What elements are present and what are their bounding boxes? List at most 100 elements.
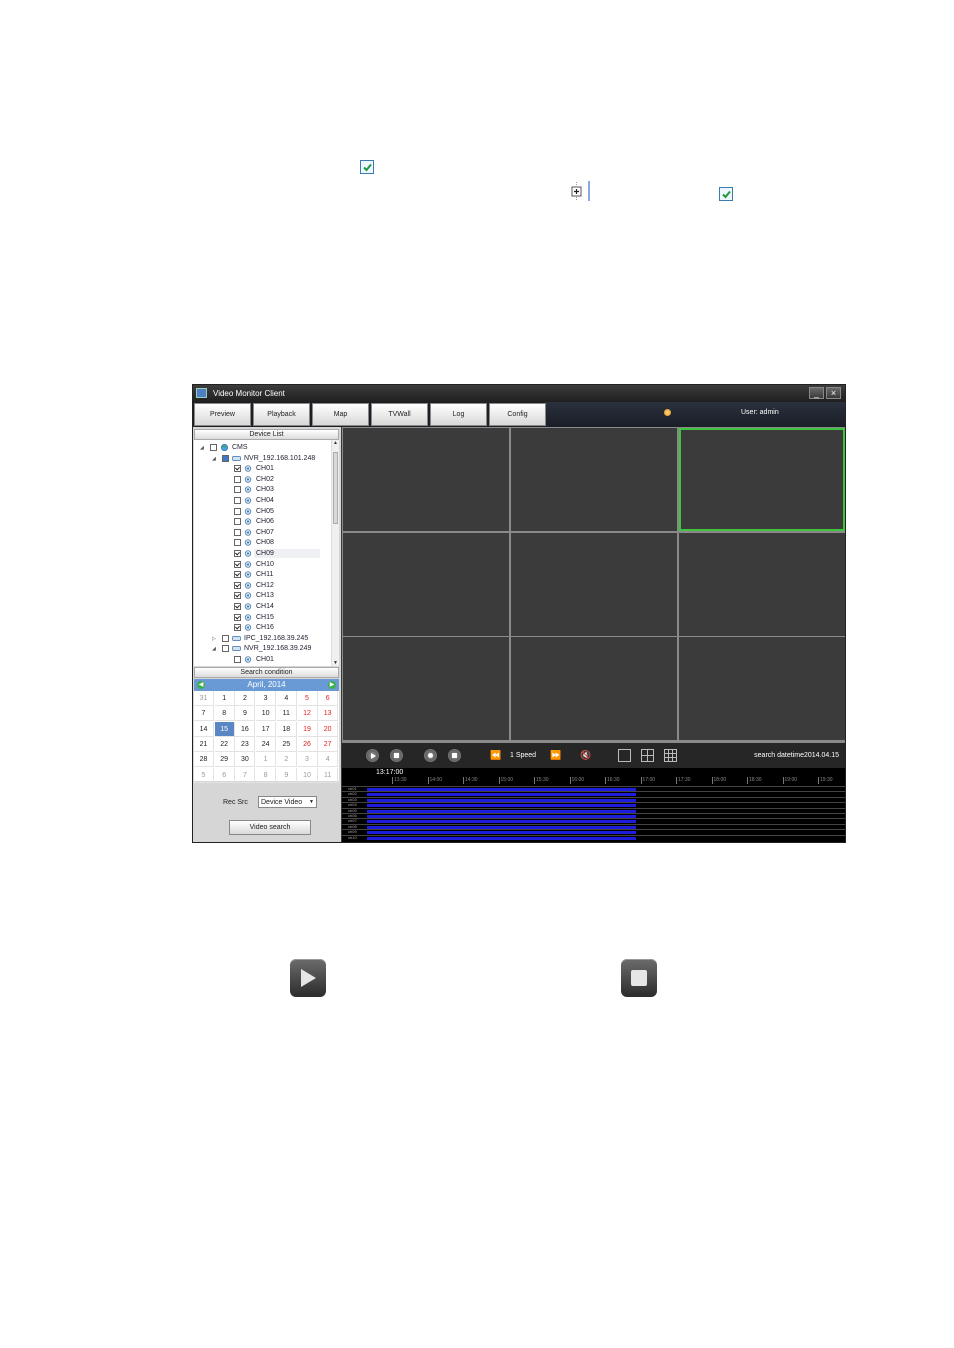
scroll-up-icon[interactable]: ▲: [333, 440, 338, 446]
tree-checkbox[interactable]: [234, 518, 241, 526]
tree-checkbox[interactable]: [234, 475, 241, 483]
tree-channel[interactable]: CH07: [194, 528, 330, 538]
rec-src-select[interactable]: Device Video ▼: [258, 796, 317, 808]
tree-checkbox[interactable]: [234, 613, 241, 621]
tree-checkbox[interactable]: [222, 645, 229, 653]
calendar-day[interactable]: 8: [214, 706, 235, 722]
tab-log[interactable]: Log: [430, 403, 487, 426]
tree-channel[interactable]: CH13: [194, 591, 330, 601]
tree-channel[interactable]: CH12: [194, 581, 330, 591]
tree-channel[interactable]: CH03: [194, 485, 330, 495]
minimize-button[interactable]: _: [809, 387, 824, 399]
calendar-day[interactable]: 17: [256, 721, 277, 737]
tree-channel[interactable]: CH15: [194, 613, 330, 623]
tree-checkbox[interactable]: [234, 656, 241, 663]
tree-channel[interactable]: CH02: [194, 475, 330, 485]
calendar-day[interactable]: 9: [276, 767, 297, 783]
calendar-day[interactable]: 28: [194, 752, 214, 768]
tree-channel[interactable]: CH14: [194, 602, 330, 612]
tree-nvr-2[interactable]: ◢ NVR_192.168.39.249: [194, 644, 330, 654]
video-cell[interactable]: [343, 637, 509, 740]
calendar-day[interactable]: 12: [297, 706, 318, 722]
video-cell[interactable]: [679, 428, 845, 531]
speed-up-icon[interactable]: ⏩: [550, 750, 561, 761]
close-button[interactable]: ×: [826, 387, 841, 399]
calendar-day[interactable]: 18: [276, 721, 297, 737]
expand-toggle-icon[interactable]: ▷: [212, 634, 216, 644]
prev-month-icon[interactable]: ◀: [197, 681, 205, 689]
calendar-day[interactable]: 24: [256, 736, 277, 752]
calendar-day[interactable]: 1: [256, 752, 277, 768]
tree-root-cms[interactable]: ◢ CMS: [194, 443, 330, 453]
timeline-row[interactable]: ch02: [342, 791, 845, 797]
tree-checkbox[interactable]: [234, 507, 241, 515]
calendar-day[interactable]: 6: [214, 767, 235, 783]
snapshot-button[interactable]: [448, 749, 461, 762]
tree-channel[interactable]: CH06: [194, 517, 330, 527]
calendar-day[interactable]: 5: [297, 691, 318, 706]
calendar-day[interactable]: 1: [214, 691, 235, 706]
tree-checkbox[interactable]: [222, 634, 229, 642]
calendar-day[interactable]: 4: [318, 752, 339, 768]
tab-preview[interactable]: Preview: [194, 403, 251, 426]
calendar-day[interactable]: 30: [235, 752, 256, 768]
timeline-row[interactable]: ch05: [342, 807, 845, 813]
calendar-day[interactable]: 25: [276, 736, 297, 752]
play-button[interactable]: [366, 749, 379, 762]
tree-checkbox[interactable]: [234, 539, 241, 547]
calendar-day[interactable]: 21: [194, 736, 214, 752]
timeline-row[interactable]: ch10: [342, 834, 845, 840]
slow-down-icon[interactable]: ⏪: [490, 750, 501, 761]
expand-toggle-icon[interactable]: ◢: [200, 443, 204, 453]
calendar-day[interactable]: 29: [214, 752, 235, 768]
calendar-day[interactable]: 27: [318, 736, 339, 752]
calendar-day[interactable]: 10: [297, 767, 318, 783]
calendar-day[interactable]: 31: [194, 691, 214, 706]
video-search-button[interactable]: Video search: [229, 820, 311, 835]
tree-channel[interactable]: CH01: [194, 655, 330, 665]
video-cell[interactable]: [343, 428, 509, 531]
video-cell[interactable]: [343, 532, 509, 636]
calendar-day[interactable]: 20: [318, 721, 339, 737]
timeline-row[interactable]: ch03: [342, 796, 845, 802]
tree-scrollbar[interactable]: ▲ ▼: [331, 440, 339, 666]
timeline-row[interactable]: ch06: [342, 813, 845, 818]
calendar-day[interactable]: 16: [235, 721, 256, 737]
calendar-day[interactable]: 3: [256, 691, 277, 706]
calendar-day[interactable]: 23: [235, 736, 256, 752]
layout-4-icon[interactable]: [641, 749, 654, 762]
scroll-down-icon[interactable]: ▼: [333, 660, 338, 666]
tree-checkbox[interactable]: [234, 581, 241, 589]
calendar-day[interactable]: 9: [235, 706, 256, 722]
tree-checkbox[interactable]: [234, 497, 241, 504]
download-button[interactable]: [424, 749, 437, 762]
expand-toggle-icon[interactable]: ◢: [212, 454, 216, 464]
tree-checkbox[interactable]: [234, 571, 241, 579]
next-month-icon[interactable]: ▶: [328, 681, 336, 689]
timeline-row[interactable]: ch04: [342, 802, 845, 808]
calendar-day[interactable]: 8: [256, 767, 277, 783]
tree-checkbox[interactable]: [222, 454, 229, 462]
tree-channel[interactable]: CH10: [194, 560, 330, 570]
calendar-day[interactable]: 13: [318, 706, 339, 722]
calendar-day[interactable]: 10: [256, 706, 277, 722]
mute-icon[interactable]: 🔇: [580, 750, 591, 761]
calendar-day[interactable]: 11: [276, 706, 297, 722]
calendar-day[interactable]: 6: [318, 691, 339, 706]
calendar-day[interactable]: 7: [194, 706, 214, 722]
tree-channel[interactable]: CH01: [194, 464, 330, 474]
tree-channel[interactable]: CH04: [194, 496, 330, 506]
calendar-day[interactable]: 22: [214, 736, 235, 752]
alarm-icon[interactable]: [664, 409, 671, 416]
calendar-day[interactable]: 15: [214, 721, 235, 737]
timeline-row[interactable]: ch07: [342, 818, 845, 824]
timeline[interactable]: 13:17:00 13:30 14:00 14:30 15:00 15:30 16:00 1…: [342, 768, 845, 842]
calendar-day[interactable]: 2: [276, 752, 297, 768]
calendar-day[interactable]: 5: [194, 767, 214, 783]
video-cell[interactable]: [511, 428, 677, 531]
tab-playback[interactable]: Playback: [253, 403, 310, 426]
video-cell[interactable]: [511, 532, 677, 636]
calendar-day[interactable]: 19: [297, 721, 318, 737]
tree-channel[interactable]: CH11: [194, 570, 330, 580]
layout-9-icon[interactable]: [664, 749, 677, 762]
